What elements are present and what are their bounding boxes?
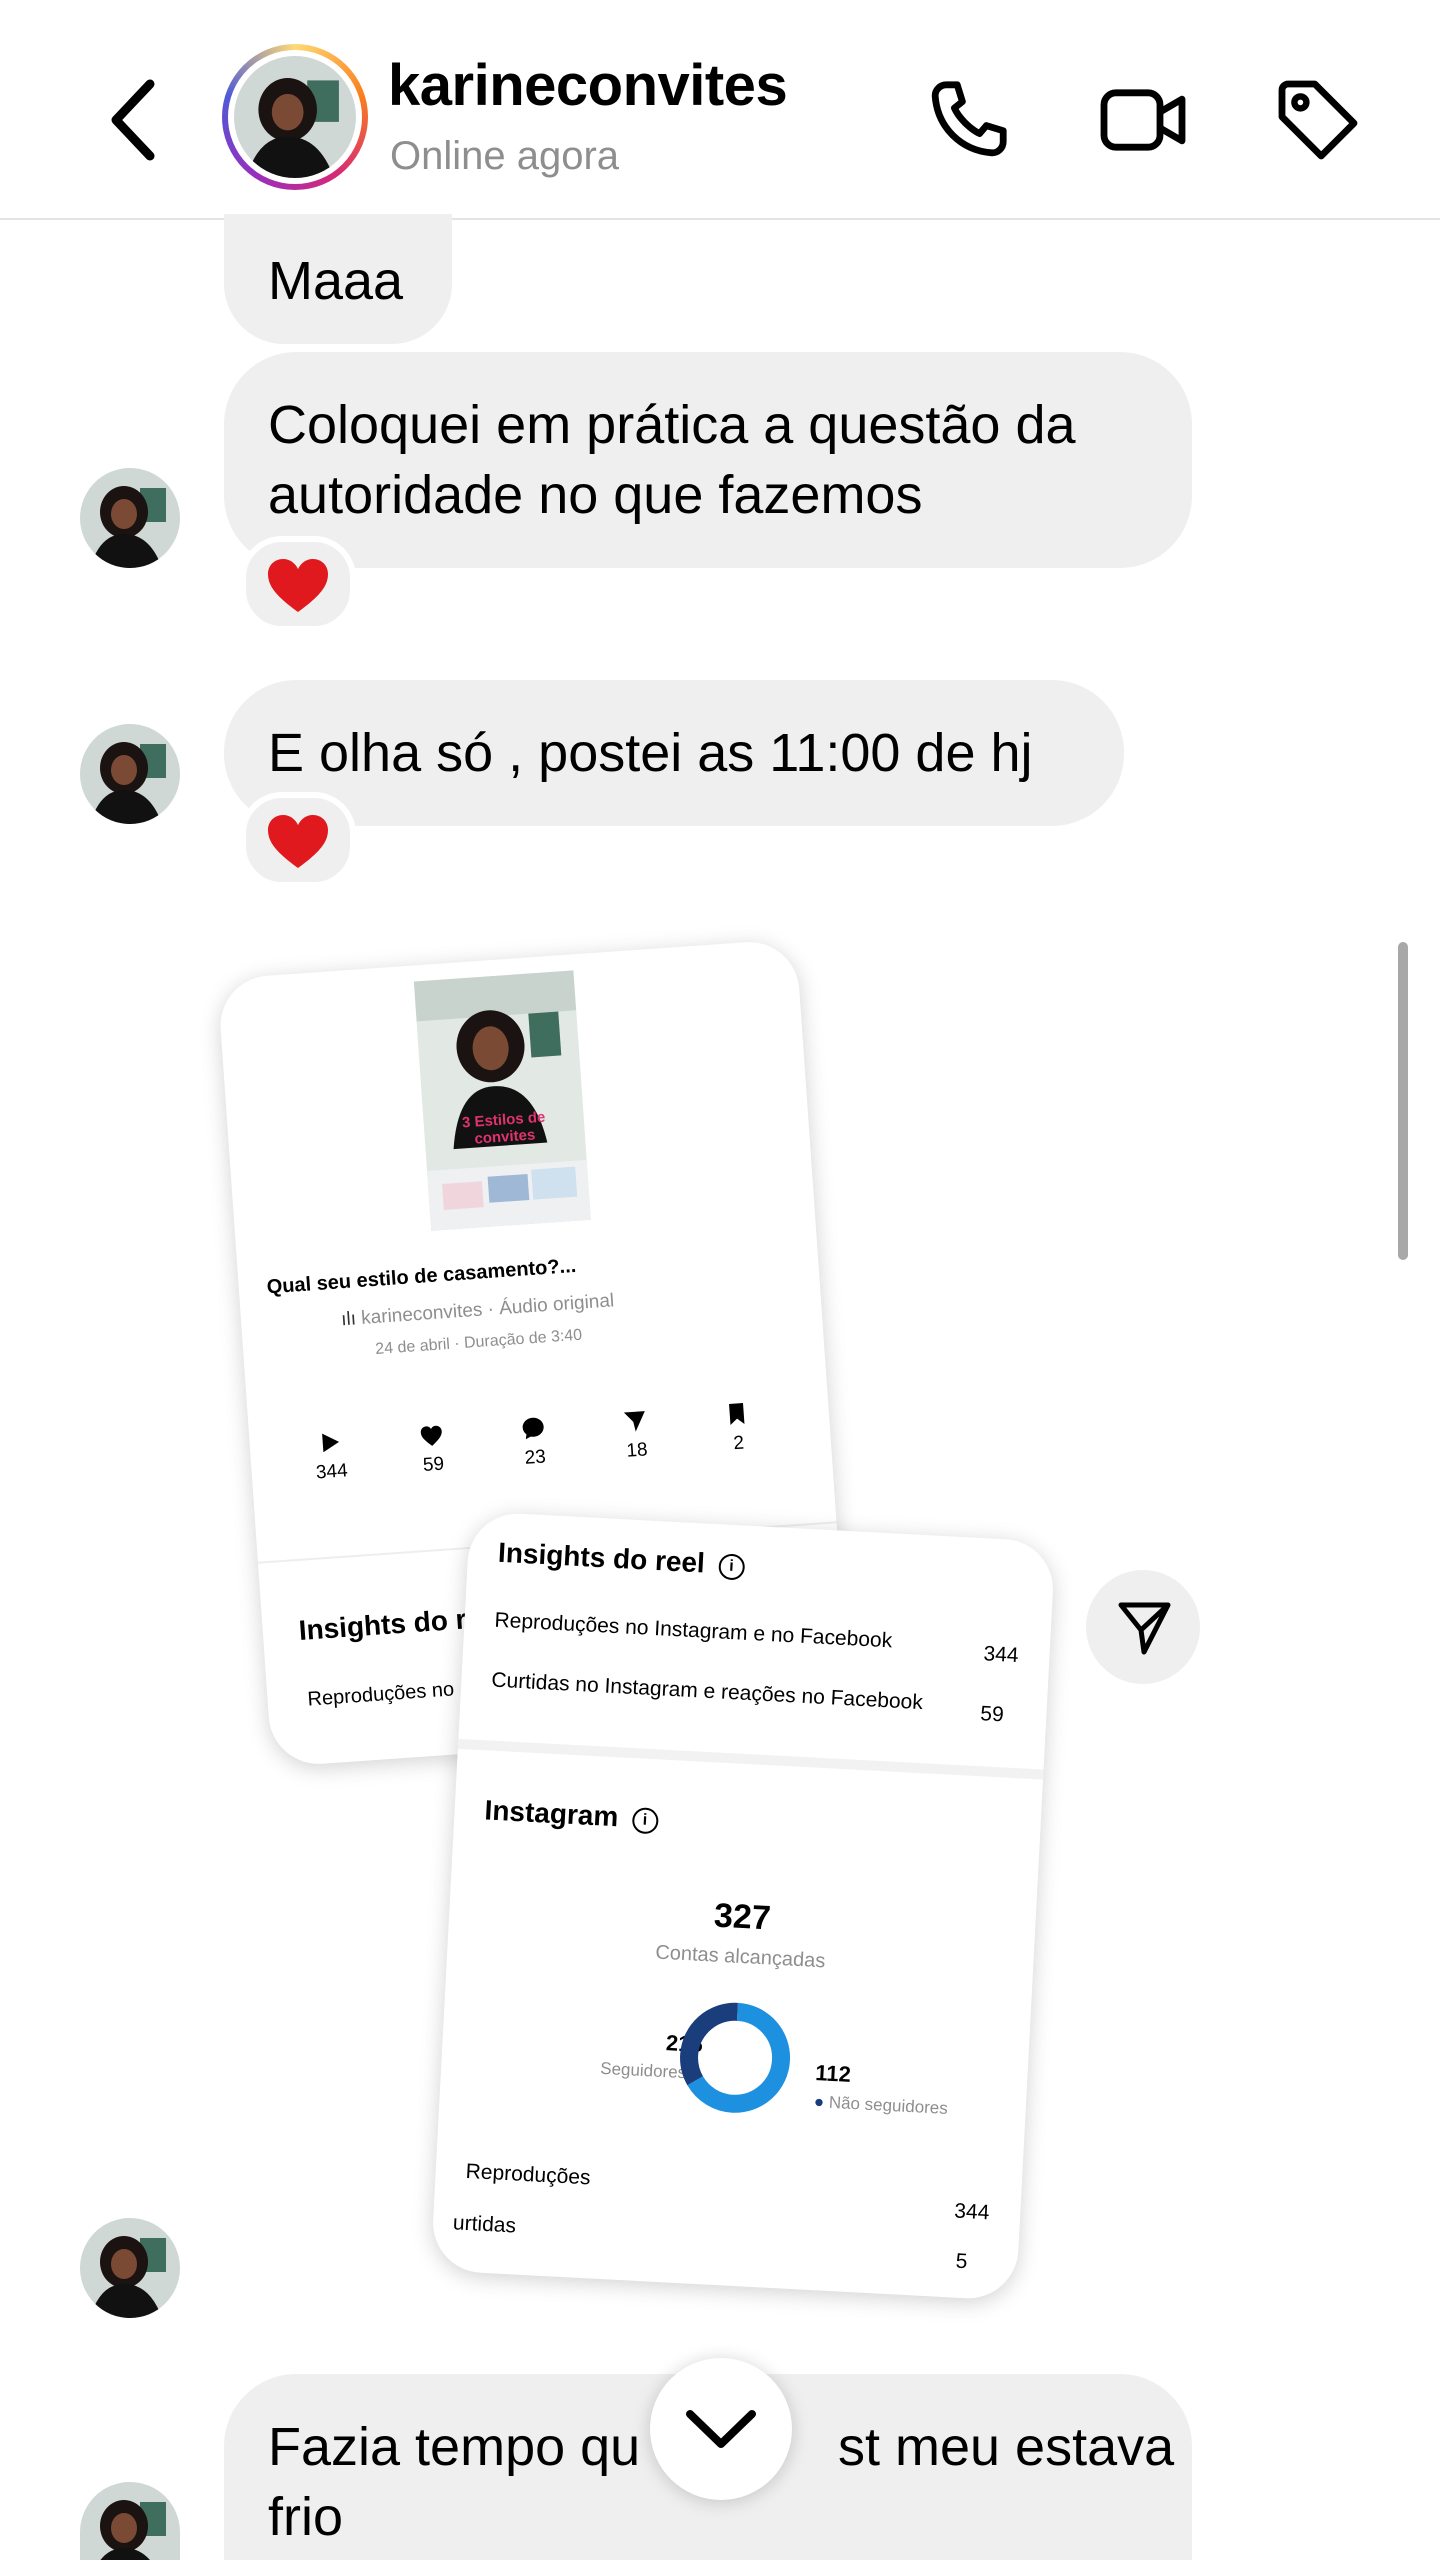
insight-row-value: 344 [982,1642,1020,1668]
message-text-line: Fazia tempo qu [268,2417,641,2477]
phone-icon [931,81,1007,157]
chat-header: karineconvites Online agora [0,0,1440,220]
plays-value: 344 [953,2199,990,2225]
heart-reaction-icon [268,559,328,612]
scrollbar[interactable] [1398,942,1408,1260]
sender-avatar[interactable] [80,724,180,824]
plays-label: Reproduções [465,2159,592,2190]
likes-value-partial: 5 [955,2249,968,2274]
comment-icon [522,1417,544,1440]
online-status: Online agora [390,134,620,178]
message-text-line: st meu estava [838,2417,1175,2477]
sender-avatar[interactable] [80,2218,180,2318]
contact-name[interactable]: karineconvites [388,52,788,119]
heart-icon [420,1425,442,1446]
reel-caption: Qual seu estilo de casamento?... [266,1254,577,1299]
back-button[interactable] [100,70,180,170]
audio-waveform-icon: ılı [340,1307,362,1331]
stat-likes: 59 [401,1419,465,1478]
message-text: E olha só , postei as 11:00 de hj [268,723,1033,783]
non-followers-value: 112 [814,2060,852,2087]
divider [457,1738,1044,1780]
message-text: Maaa [268,251,404,311]
avatar-photo [234,56,356,178]
insight-row-label: Reproduções no Instagram e no Facebook [494,1608,893,1653]
contact-avatar[interactable] [222,44,368,190]
info-icon: i [717,1552,746,1581]
heart-reaction-icon [268,815,328,868]
send-icon [1118,1602,1171,1655]
stat-shares: 18 [604,1405,668,1464]
insight-row-value: 59 [979,1702,1005,1727]
reaction-badge[interactable] [240,792,356,888]
back-chevron-icon [111,79,155,161]
insights-title: Insights do reel i [497,1537,746,1582]
chevron-down-icon [686,2410,756,2448]
stat-plays: 344 [299,1426,363,1485]
video-camera-icon [1100,89,1186,151]
followers-label: Seguidores ● [599,2058,702,2084]
reel-audio: ılı karineconvites · Áudio original [340,1290,615,1331]
sender-avatar[interactable] [80,2482,180,2560]
message-bubble[interactable]: Maaa [224,214,452,344]
insight-row-label: Curtidas no Instagram e reações no Faceb… [490,1668,924,1715]
instagram-section-title: Instagram i [484,1794,659,1835]
tag-icon [1278,80,1358,160]
message-text-line: Coloquei em prática a questão da [268,395,1076,455]
followers-donut-chart [680,2002,791,2113]
video-call-button[interactable] [1096,72,1192,168]
insights-row-partial: Reproduções no [306,1678,455,1711]
audio-call-button[interactable] [920,72,1016,168]
tag-button[interactable] [1270,72,1366,168]
likes-label-partial: urtidas [452,2211,517,2238]
share-post-button[interactable] [1086,1570,1200,1684]
non-followers-label: ● Não seguidores [813,2091,949,2118]
send-icon [623,1411,645,1432]
sender-avatar[interactable] [80,468,180,568]
info-icon: i [631,1806,659,1835]
message-text-line: autoridade no que fazemos [268,465,923,525]
reel-thumbnail: 3 Estilos de convites [413,970,591,1231]
play-icon [322,1433,340,1453]
insights-screenshot-card[interactable]: Insights do reel i Reproduções no Instag… [430,1511,1056,2301]
stat-saves: 2 [706,1398,770,1457]
reel-date: 24 de abril · Duração de 3:40 [374,1326,583,1359]
stat-comments: 23 [502,1412,566,1471]
scroll-to-bottom-button[interactable] [650,2358,792,2500]
insights-title-partial: Insights do r [297,1603,468,1647]
reaction-badge[interactable] [240,536,356,632]
message-bubble[interactable]: E olha só , postei as 11:00 de hj [224,680,1124,826]
message-bubble[interactable]: Coloquei em prática a questão da autorid… [224,352,1192,568]
bookmark-icon [729,1403,745,1425]
